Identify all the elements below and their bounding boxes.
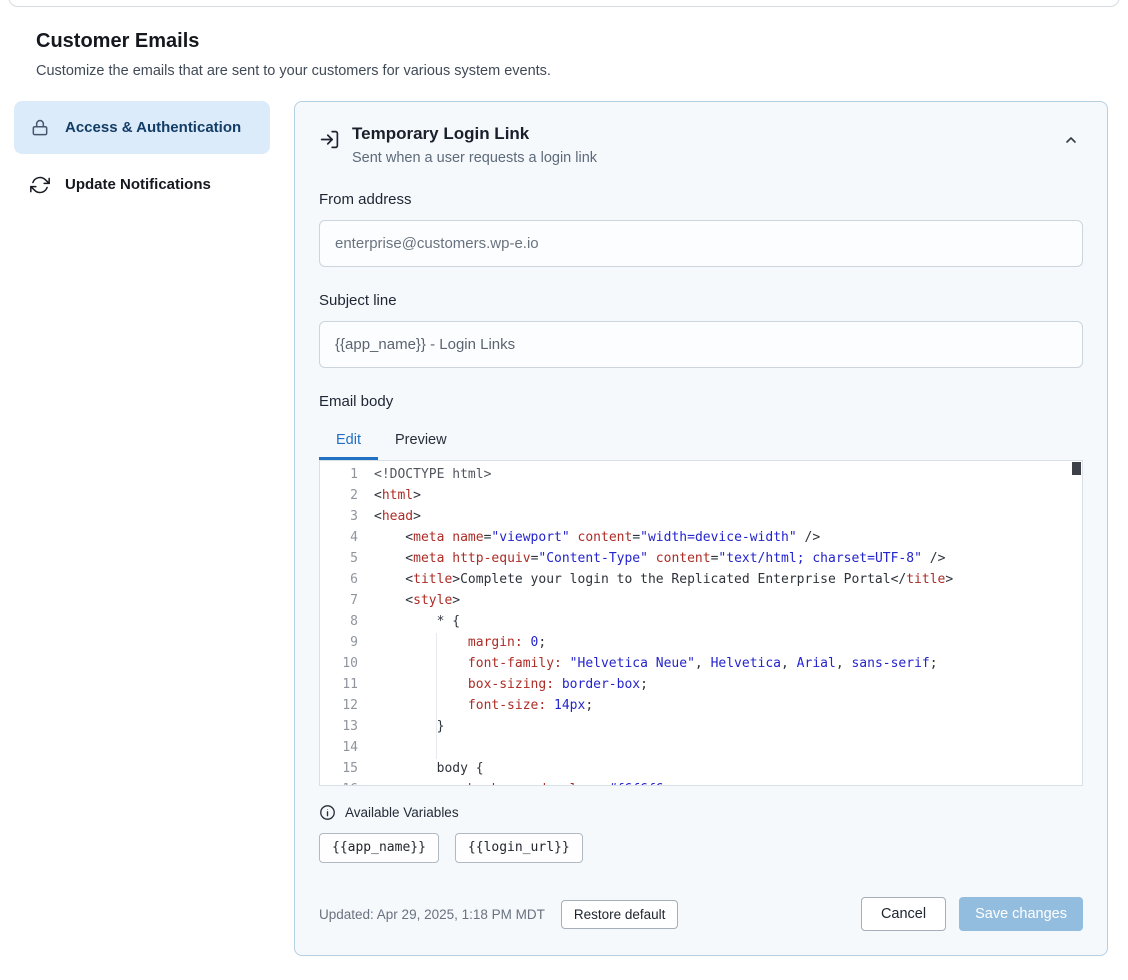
sidebar-item-update-notifications[interactable]: Update Notifications xyxy=(14,158,270,211)
chevron-up-icon xyxy=(1063,136,1079,151)
info-icon xyxy=(319,804,336,821)
updated-timestamp: Updated: Apr 29, 2025, 1:18 PM MDT xyxy=(319,907,545,922)
page-header: Customer Emails Customize the emails tha… xyxy=(0,0,1128,79)
editor-gutter: 12345678910111213141516 xyxy=(320,464,358,785)
save-changes-button[interactable]: Save changes xyxy=(959,897,1083,931)
from-address-input[interactable] xyxy=(319,220,1083,267)
temporary-login-link-card: Temporary Login Link Sent when a user re… xyxy=(294,101,1108,956)
card-header-text: Temporary Login Link Sent when a user re… xyxy=(352,124,597,166)
previous-card-edge xyxy=(8,0,1120,7)
login-icon xyxy=(319,129,340,150)
subject-line-label: Subject line xyxy=(319,292,1083,309)
card-header: Temporary Login Link Sent when a user re… xyxy=(319,124,1083,166)
card-footer: Updated: Apr 29, 2025, 1:18 PM MDT Resto… xyxy=(319,897,1083,931)
email-body-editor[interactable]: 12345678910111213141516 <!DOCTYPE html><… xyxy=(319,460,1083,786)
sidebar-item-label: Update Notifications xyxy=(65,173,211,196)
card-title: Temporary Login Link xyxy=(352,124,597,144)
from-address-label: From address xyxy=(319,191,1083,208)
email-categories-sidebar: Access & Authentication Update Notificat… xyxy=(14,101,270,212)
tab-edit[interactable]: Edit xyxy=(319,419,378,460)
page-title: Customer Emails xyxy=(36,30,1092,53)
content-area: Access & Authentication Update Notificat… xyxy=(14,101,1108,956)
sidebar-item-label: Access & Authentication xyxy=(65,116,241,139)
tab-preview[interactable]: Preview xyxy=(378,419,464,460)
sidebar-item-access-authentication[interactable]: Access & Authentication xyxy=(14,101,270,154)
subject-line-input[interactable] xyxy=(319,321,1083,368)
available-variables-label: Available Variables xyxy=(345,805,459,820)
email-body-tabs: Edit Preview xyxy=(319,419,1083,460)
card-subtitle: Sent when a user requests a login link xyxy=(352,150,597,166)
collapse-button[interactable] xyxy=(1059,128,1083,155)
variable-chip[interactable]: {{app_name}} xyxy=(319,833,439,863)
page-subtitle: Customize the emails that are sent to yo… xyxy=(36,63,1092,79)
cancel-button[interactable]: Cancel xyxy=(861,897,946,931)
variable-chip[interactable]: {{login_url}} xyxy=(455,833,583,863)
restore-default-button[interactable]: Restore default xyxy=(561,900,679,929)
editor-code[interactable]: <!DOCTYPE html><html><head> <meta name="… xyxy=(358,464,1082,785)
available-variables-header: Available Variables xyxy=(319,804,1083,821)
email-body-label: Email body xyxy=(319,393,1083,410)
refresh-icon xyxy=(30,175,50,195)
variable-chips: {{app_name}} {{login_url}} xyxy=(319,833,1083,863)
lock-icon xyxy=(30,118,50,138)
